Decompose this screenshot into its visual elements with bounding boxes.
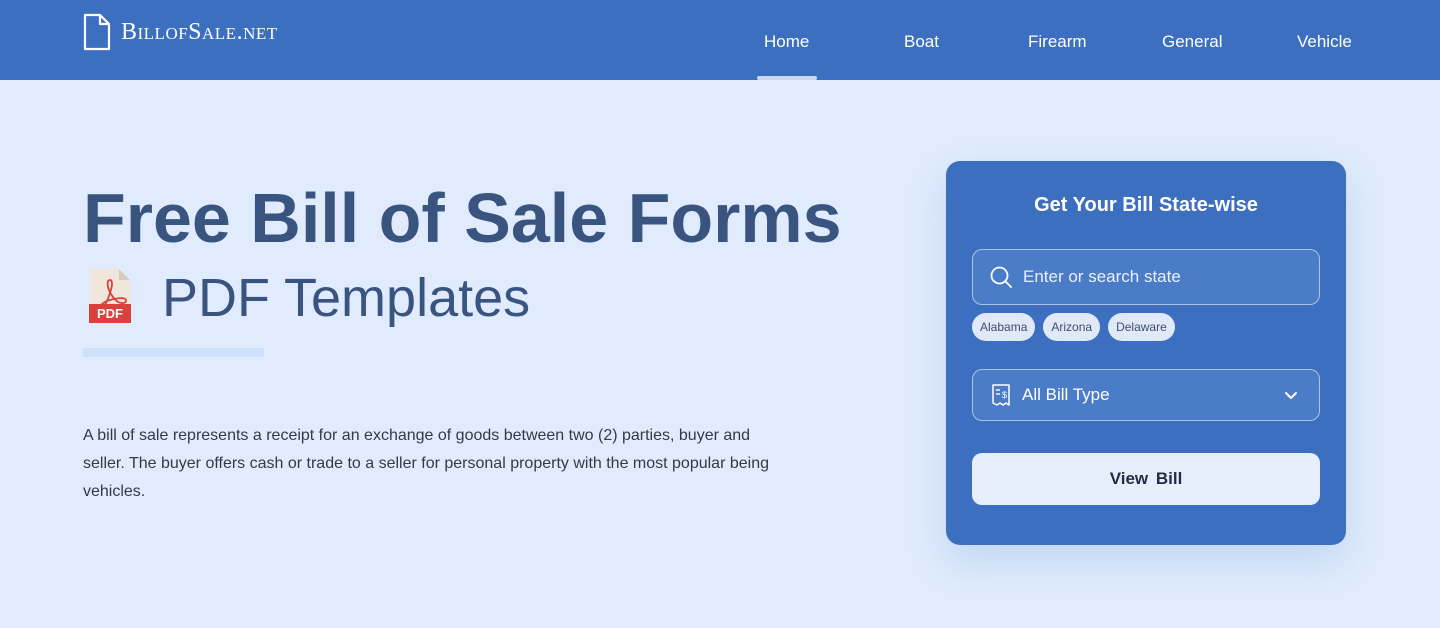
receipt-icon: $ [992,384,1010,406]
state-search-card: Get Your Bill State-wise Alabama Arizona… [946,161,1346,545]
site-name-part1: Billof [121,19,189,45]
state-search-input[interactable] [1023,250,1303,304]
site-logo[interactable]: BillofSale.net [83,13,278,51]
site-name-part2: Sale.net [188,19,278,45]
nav-item-vehicle[interactable]: Vehicle [1297,31,1352,53]
state-search-box[interactable] [972,249,1320,305]
chevron-down-icon [1285,392,1297,399]
pdf-badge-text: PDF [97,306,123,321]
bill-type-select[interactable]: $ All Bill Type [972,369,1320,421]
view-bill-button[interactable]: View Bill [972,453,1320,505]
document-icon [83,13,111,51]
nav-active-indicator [757,76,817,80]
nav-item-general[interactable]: General [1162,31,1222,53]
state-chip-alabama[interactable]: Alabama [972,313,1036,341]
pdf-file-icon: PDF [89,269,131,323]
bill-type-selected: All Bill Type [1022,385,1110,404]
nav-item-home[interactable]: Home [764,31,809,53]
card-title: Get Your Bill State-wise [1034,194,1258,216]
top-navbar: BillofSale.net Home Boat Firearm General… [0,0,1440,80]
state-chip-delaware[interactable]: Delaware [1108,313,1175,341]
search-icon [990,266,1012,288]
page-title: Free Bill of Sale Forms [83,179,842,257]
nav-item-firearm[interactable]: Firearm [1028,31,1087,53]
svg-text:$: $ [1002,390,1007,400]
state-chip-arizona[interactable]: Arizona [1043,313,1101,341]
page-subtitle: PDF Templates [162,268,531,328]
state-chips: Alabama Arizona Delaware [972,313,1175,341]
site-name: BillofSale.net [121,13,278,51]
title-underline [83,348,264,357]
nav-item-boat[interactable]: Boat [904,31,939,53]
intro-paragraph: A bill of sale represents a receipt for … [83,427,769,500]
